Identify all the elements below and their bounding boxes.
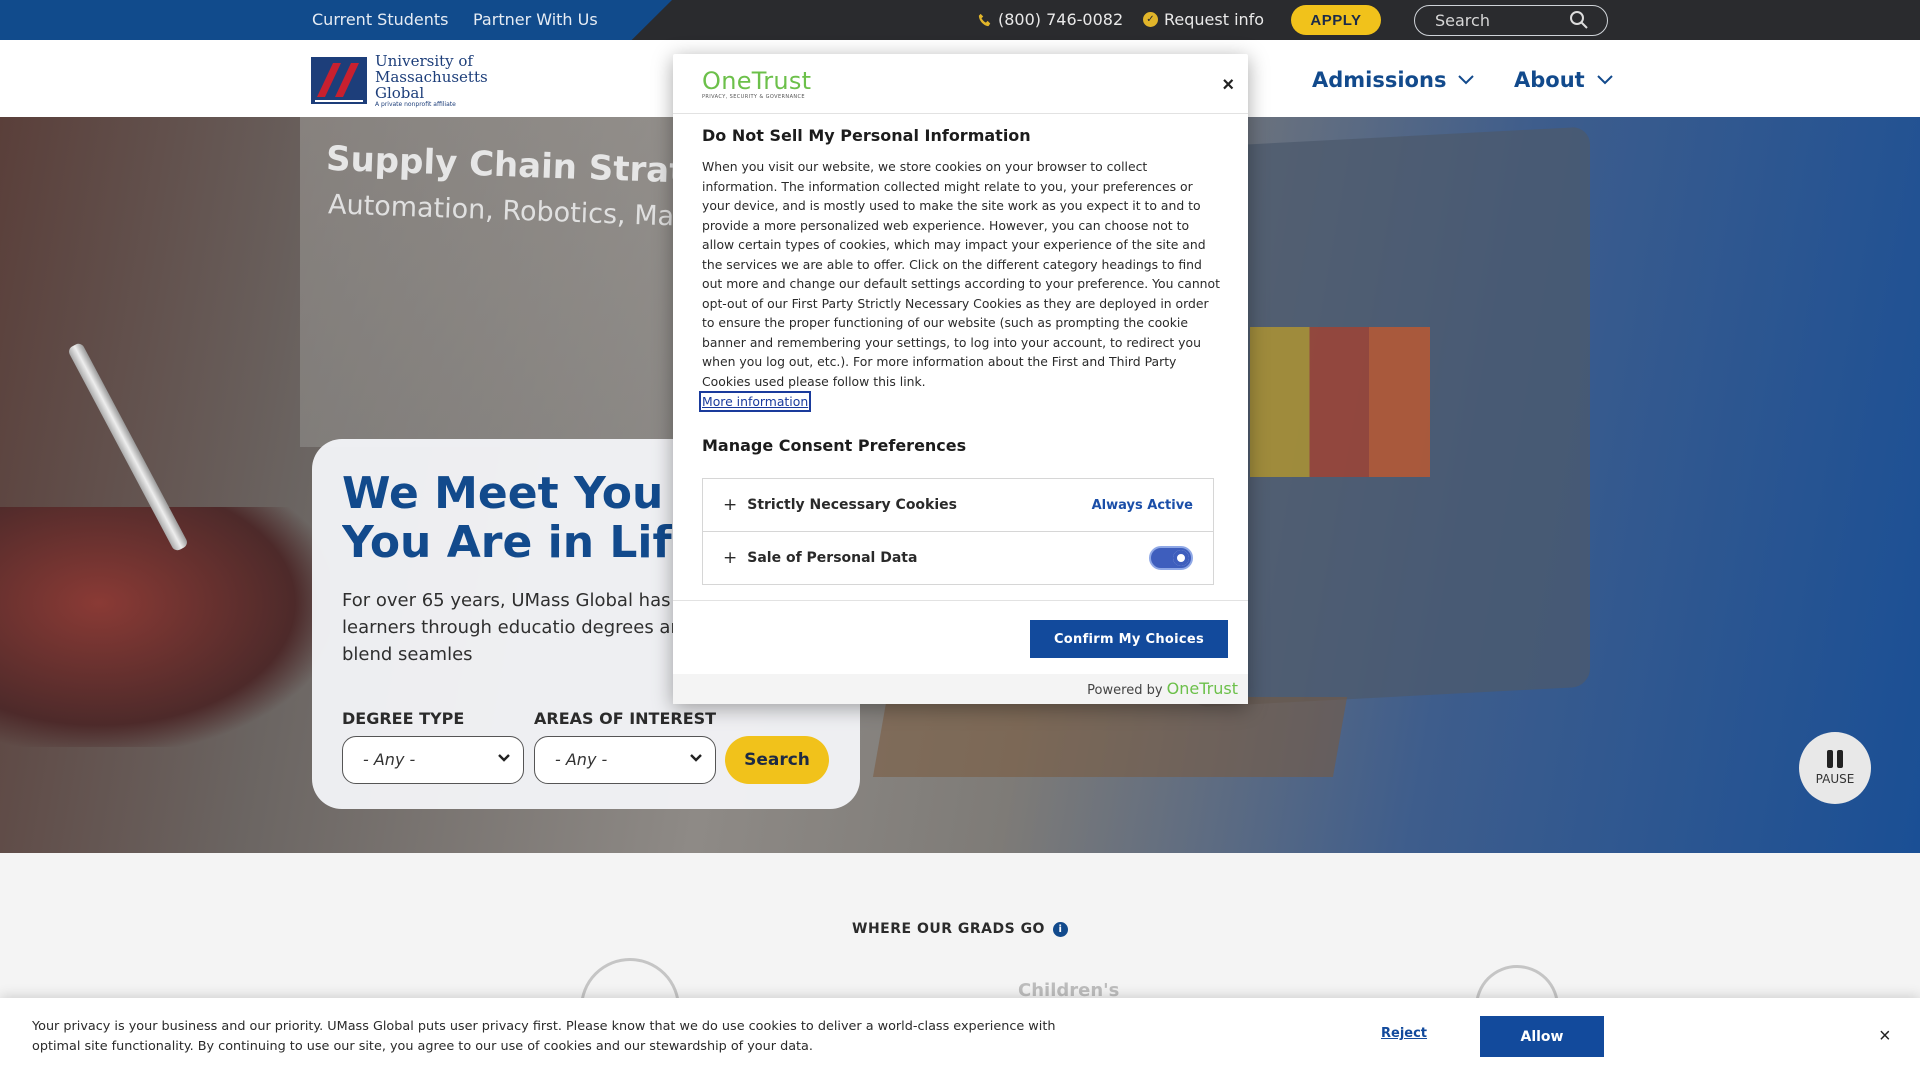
degree-type-value: - Any - <box>363 750 416 769</box>
areas-of-interest-value: - Any - <box>555 750 608 769</box>
chevron-down-icon <box>690 754 702 762</box>
nav-admissions[interactable]: Admissions <box>1312 68 1475 92</box>
hero-title-line-1: We Meet You W <box>342 469 728 519</box>
logo-line-3: Global <box>375 84 425 102</box>
hero-title-line-2: You Are in Life <box>342 517 702 567</box>
request-info-label: Request info <box>1164 10 1265 29</box>
consent-modal: OneTrust PRIVACY, SECURITY & GOVERNANCE … <box>673 54 1248 704</box>
cookie-banner: Your privacy is your business and our pr… <box>0 998 1920 1080</box>
phone-link[interactable]: (800) 746-0082 <box>978 10 1123 29</box>
nav-about[interactable]: About <box>1514 68 1613 92</box>
modal-heading: Do Not Sell My Personal Information <box>702 126 1031 145</box>
powered-by-brand: OneTrust <box>1166 679 1238 698</box>
current-students-link[interactable]: Current Students <box>312 10 449 29</box>
grads-title-text: WHERE OUR GRADS GO <box>852 921 1045 937</box>
areas-of-interest-label: AREAS OF INTEREST <box>534 709 717 728</box>
sale-of-data-toggle[interactable] <box>1149 546 1193 570</box>
expand-plus-icon: + <box>723 547 738 568</box>
chevron-down-icon <box>498 754 510 762</box>
search-input[interactable] <box>1435 11 1565 30</box>
search-icon[interactable] <box>1569 10 1589 30</box>
phone-icon <box>978 13 991 26</box>
hero-background-desk <box>872 697 1348 777</box>
hero-background-hand <box>0 507 330 747</box>
always-active-badge: Always Active <box>1091 497 1193 513</box>
utility-bar: Current Students Partner With Us (800) 7… <box>0 0 1920 40</box>
nav-about-label: About <box>1514 68 1585 92</box>
university-logo[interactable]: University of Massachusetts Global A pri… <box>311 53 488 108</box>
consent-preferences: + Strictly Necessary Cookies Always Acti… <box>702 478 1214 585</box>
modal-footer-divider <box>673 600 1248 601</box>
manage-consent-heading: Manage Consent Preferences <box>702 436 967 455</box>
modal-header: OneTrust PRIVACY, SECURITY & GOVERNANCE … <box>673 54 1248 114</box>
hero-background-blocks <box>1250 327 1430 477</box>
pause-label: PAUSE <box>1815 772 1855 786</box>
pref-sale-of-data-label: Sale of Personal Data <box>747 549 918 566</box>
logo-emblem <box>311 57 367 104</box>
pref-strictly-necessary[interactable]: + Strictly Necessary Cookies Always Acti… <box>703 479 1213 531</box>
logo-wordmark: University of Massachusetts Global A pri… <box>375 53 488 108</box>
chevron-down-icon <box>1458 75 1475 85</box>
request-info-link[interactable]: ✓ Request info <box>1143 10 1264 29</box>
pause-icon <box>1827 750 1843 768</box>
grads-title: WHERE OUR GRADS GO i <box>0 921 1920 937</box>
reject-cookies-link[interactable]: Reject <box>1381 1026 1427 1041</box>
pref-sale-of-data[interactable]: + Sale of Personal Data <box>703 531 1213 583</box>
pause-button[interactable]: PAUSE <box>1799 732 1871 804</box>
confirm-choices-button[interactable]: Confirm My Choices <box>1030 620 1228 658</box>
cookie-banner-text: Your privacy is your business and our pr… <box>32 1019 1056 1054</box>
modal-description: When you visit our website, we store coo… <box>702 159 1220 389</box>
phone-number: (800) 746-0082 <box>998 10 1124 29</box>
degree-type-label: DEGREE TYPE <box>342 709 465 728</box>
powered-by[interactable]: Powered by OneTrust <box>673 674 1248 704</box>
partner-link[interactable]: Partner With Us <box>473 10 598 29</box>
modal-close-button[interactable]: × <box>1222 74 1234 97</box>
pref-strictly-necessary-label: Strictly Necessary Cookies <box>747 497 957 513</box>
chevron-down-icon <box>1596 75 1613 85</box>
onetrust-logo: OneTrust PRIVACY, SECURITY & GOVERNANCE <box>702 68 811 100</box>
info-icon[interactable]: i <box>1052 921 1068 937</box>
areas-of-interest-select[interactable]: - Any - <box>534 736 716 784</box>
apply-button[interactable]: APPLY <box>1291 5 1381 35</box>
degree-type-select[interactable]: - Any - <box>342 736 524 784</box>
program-search-button[interactable]: Search <box>725 736 829 784</box>
nav-admissions-label: Admissions <box>1312 68 1447 92</box>
banner-close-button[interactable]: × <box>1879 1025 1891 1048</box>
onetrust-wordmark: OneTrust <box>702 67 812 95</box>
allow-cookies-button[interactable]: Allow <box>1480 1016 1604 1057</box>
expand-plus-icon: + <box>723 495 738 515</box>
check-circle-icon: ✓ <box>1143 12 1158 27</box>
modal-body: Do Not Sell My Personal Information When… <box>698 126 1222 455</box>
onetrust-tagline: PRIVACY, SECURITY & GOVERNANCE <box>702 94 805 100</box>
powered-by-label: Powered by <box>1087 683 1163 698</box>
site-search <box>1414 5 1608 36</box>
logo-tagline: A private nonprofit affiliate <box>375 101 456 108</box>
more-information-link[interactable]: More information <box>698 391 812 412</box>
